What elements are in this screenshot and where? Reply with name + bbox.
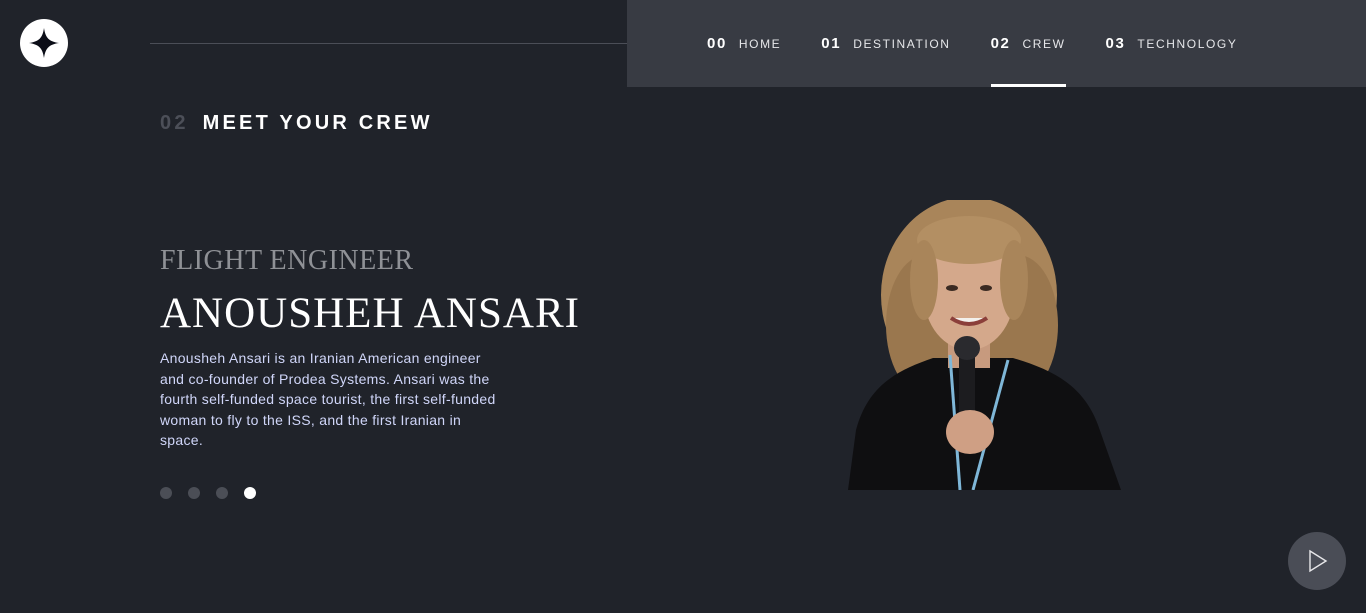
- page-title: 02 MEET YOUR CREW: [160, 112, 433, 135]
- carousel-dot-4[interactable]: [244, 487, 256, 499]
- star-icon: [29, 28, 59, 58]
- header-divider: [150, 43, 662, 44]
- nav-item-home[interactable]: 00 HOME: [707, 0, 781, 87]
- play-button[interactable]: [1288, 532, 1346, 590]
- nav-item-number: 00: [707, 35, 727, 52]
- carousel-dots: [160, 487, 256, 499]
- play-icon: [1309, 549, 1328, 573]
- carousel-dot-1[interactable]: [160, 487, 172, 499]
- nav-item-crew[interactable]: 02 CREW: [990, 0, 1066, 87]
- logo[interactable]: [20, 19, 68, 67]
- carousel-dot-2[interactable]: [188, 487, 200, 499]
- carousel-dot-3[interactable]: [216, 487, 228, 499]
- nav-item-label: HOME: [738, 36, 782, 51]
- crew-role: FLIGHT ENGINEER: [160, 245, 414, 276]
- crew-portrait: [848, 200, 1121, 490]
- section-title-text: MEET YOUR CREW: [202, 112, 433, 134]
- main-nav: 00 HOME 01 DESTINATION 02 CREW 03 TECHNO…: [627, 0, 1366, 87]
- nav-item-number: 03: [1105, 35, 1126, 52]
- nav-item-number: 01: [821, 35, 842, 52]
- crew-name: ANOUSHEH ANSARI: [160, 290, 580, 337]
- nav-item-label: CREW: [1022, 36, 1066, 51]
- nav-item-destination[interactable]: 01 DESTINATION: [821, 0, 950, 87]
- nav-item-label: DESTINATION: [853, 36, 951, 51]
- crew-bio: Anousheh Ansari is an Iranian American e…: [160, 350, 496, 448]
- nav-item-label: TECHNOLOGY: [1137, 36, 1238, 51]
- section-number: 02: [160, 112, 189, 134]
- nav-item-technology[interactable]: 03 TECHNOLOGY: [1106, 0, 1238, 87]
- nav-item-number: 02: [990, 35, 1011, 52]
